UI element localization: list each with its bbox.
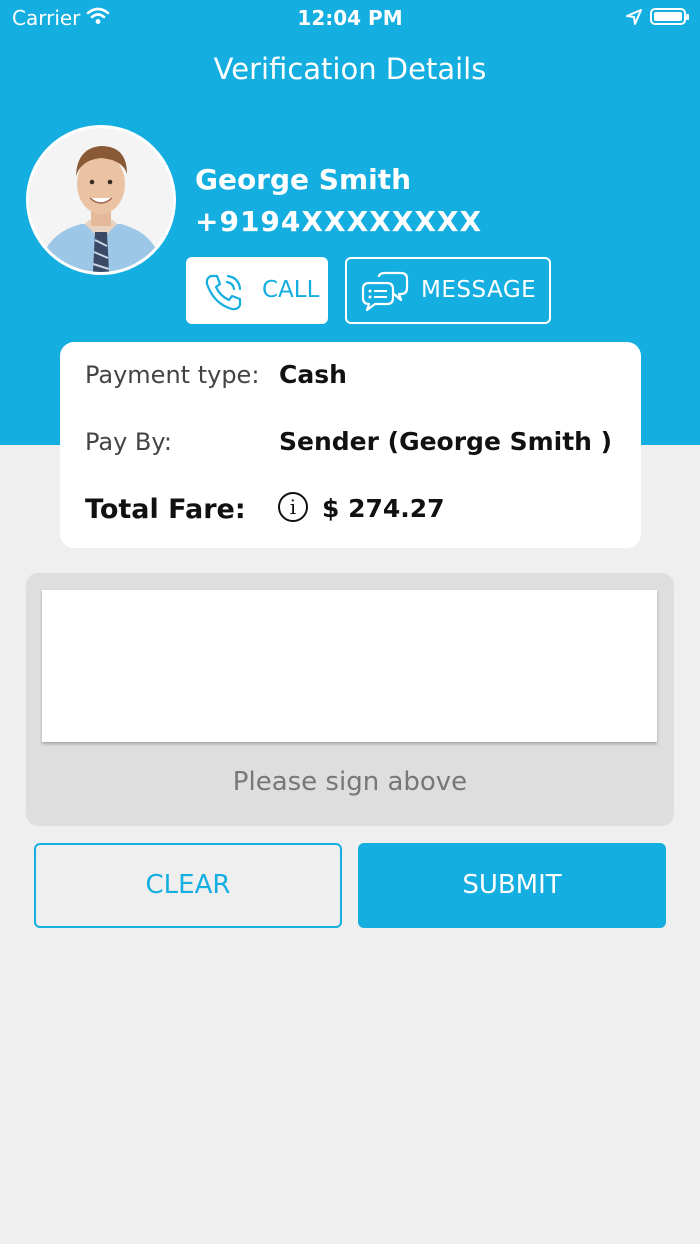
- call-button-label: CALL: [262, 277, 320, 303]
- submit-button[interactable]: SUBMIT: [358, 843, 666, 928]
- payment-type-value: Cash: [279, 360, 347, 389]
- payment-card: Payment type: Cash Pay By: Sender (Georg…: [60, 342, 641, 548]
- signature-panel: Please sign above: [26, 573, 674, 826]
- phone-icon: [202, 270, 246, 318]
- clear-button[interactable]: CLEAR: [34, 843, 342, 928]
- user-name: George Smith: [195, 163, 412, 196]
- signature-pad[interactable]: [42, 590, 657, 742]
- status-bar: Carrier 12:04 PM: [0, 0, 700, 36]
- page-title: Verification Details: [213, 52, 487, 86]
- call-button[interactable]: CALL: [186, 257, 328, 324]
- message-button-label: MESSAGE: [421, 277, 537, 303]
- chat-bubbles-icon: [361, 271, 409, 317]
- status-time: 12:04 PM: [297, 6, 403, 30]
- pay-by-label: Pay By:: [85, 428, 172, 456]
- info-icon[interactable]: i: [278, 492, 308, 522]
- pay-by-value: Sender (George Smith ): [279, 427, 613, 456]
- user-phone: +9194XXXXXXXX: [195, 205, 483, 238]
- avatar: [26, 125, 176, 275]
- message-button[interactable]: MESSAGE: [345, 257, 551, 324]
- total-fare-label: Total Fare:: [85, 494, 246, 525]
- total-fare-value: $ 274.27: [322, 494, 445, 523]
- payment-type-label: Payment type:: [85, 361, 260, 389]
- battery-icon: [650, 8, 689, 25]
- signature-hint: Please sign above: [232, 767, 468, 797]
- location-arrow-icon: [625, 8, 643, 30]
